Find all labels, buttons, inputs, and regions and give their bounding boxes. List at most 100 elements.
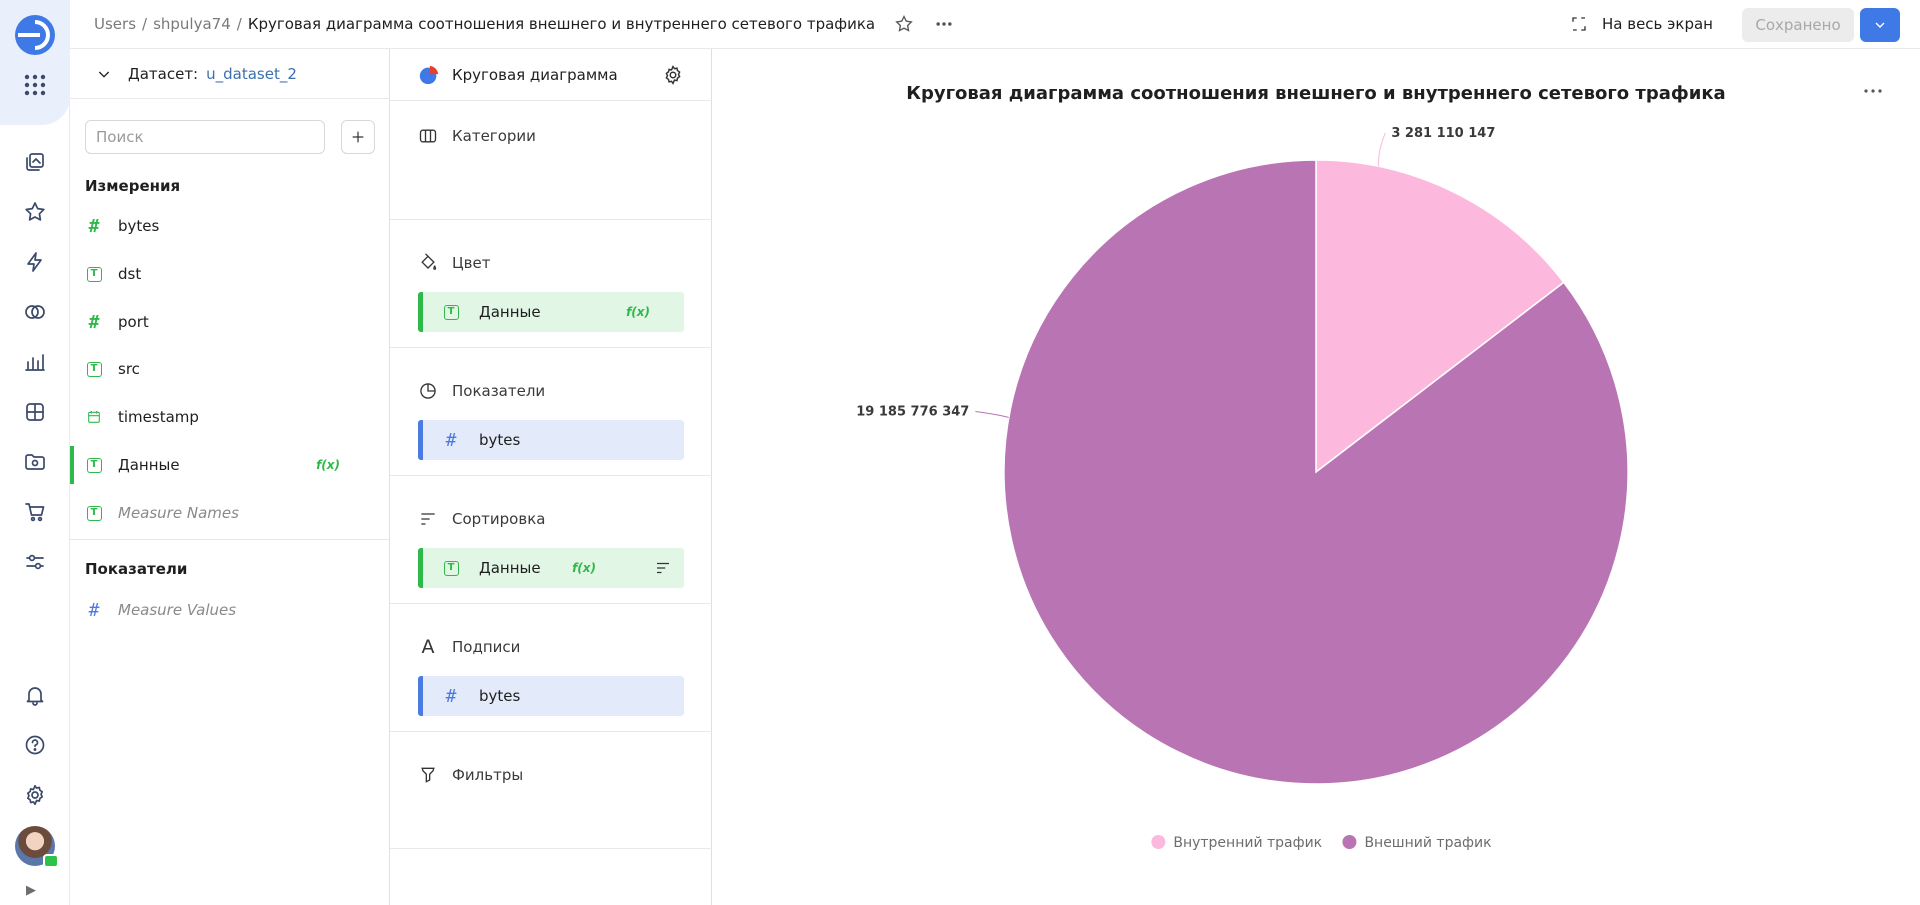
favorites-star-icon[interactable] xyxy=(20,197,50,227)
apps-grid-icon[interactable] xyxy=(22,72,48,98)
folder-icon[interactable] xyxy=(20,447,50,477)
field-search-input[interactable] xyxy=(85,120,325,154)
datasets-icon[interactable] xyxy=(20,297,50,327)
formula-icon: f(x) xyxy=(316,458,340,472)
gear-icon[interactable] xyxy=(662,64,684,86)
collections-icon[interactable] xyxy=(20,147,50,177)
text-field-icon: T xyxy=(84,359,104,379)
top-header: Users / shpulya74 / Круговая диаграмма с… xyxy=(70,0,1920,49)
datalens-logo-icon[interactable] xyxy=(14,14,56,56)
field-item-measure-names[interactable]: T Measure Names xyxy=(70,494,390,532)
legend-item[interactable]: Внешний трафик xyxy=(1342,835,1492,851)
field-item-timestamp[interactable]: timestamp xyxy=(70,398,390,436)
field-item-port[interactable]: # port xyxy=(70,303,390,341)
more-actions-icon[interactable] xyxy=(933,13,955,35)
notifications-bell-icon[interactable] xyxy=(20,680,50,710)
field-label: port xyxy=(118,313,149,331)
nav-rail: ▶ xyxy=(0,0,70,905)
add-field-button[interactable] xyxy=(341,120,375,154)
section-divider xyxy=(70,539,390,540)
section-filters: Фильтры xyxy=(390,732,712,849)
color-field-chip[interactable]: T Данные f(x) xyxy=(418,292,684,332)
number-field-icon: # xyxy=(88,311,100,333)
section-header: Сортировка xyxy=(418,499,545,539)
field-label: bytes xyxy=(118,217,160,235)
text-field-icon: T xyxy=(84,264,104,284)
section-header: Показатели xyxy=(418,371,545,411)
legend-label: Внутренний трафик xyxy=(1173,835,1322,851)
section-title: Сортировка xyxy=(452,510,546,528)
legend-swatch xyxy=(1342,835,1357,849)
chip-label: Данные xyxy=(479,303,541,321)
text-field-icon: T xyxy=(84,503,104,523)
charts-icon[interactable] xyxy=(20,347,50,377)
field-item-dannye[interactable]: T Данные f(x) xyxy=(70,446,390,484)
connections-bolt-icon[interactable] xyxy=(20,247,50,277)
number-field-icon: # xyxy=(445,429,457,451)
breadcrumb-separator: / xyxy=(142,15,148,33)
section-title: Фильтры xyxy=(452,766,524,784)
field-label: Данные xyxy=(118,456,180,474)
dataset-name[interactable]: u_dataset_2 xyxy=(206,65,297,83)
field-item-bytes[interactable]: # bytes xyxy=(70,207,390,245)
field-label: src xyxy=(118,360,140,378)
data-label-connector xyxy=(975,411,1009,418)
legend-label: Внешний трафик xyxy=(1364,835,1491,851)
sort-field-chip[interactable]: T Данные f(x) xyxy=(418,548,684,588)
visualization-type-selector[interactable]: Круговая диаграмма xyxy=(390,49,712,101)
fullscreen-label: На весь экран xyxy=(1602,15,1713,33)
sort-direction-icon[interactable] xyxy=(654,559,672,577)
paint-bucket-icon xyxy=(421,253,437,270)
help-icon[interactable] xyxy=(20,730,50,760)
chip-label: bytes xyxy=(479,687,521,705)
breadcrumb-user-folder[interactable]: shpulya74 xyxy=(153,15,231,33)
text-field-icon: T xyxy=(84,455,104,475)
dataset-selector[interactable]: Датасет: u_dataset_2 xyxy=(70,49,390,99)
chart-area: Круговая диаграмма соотношения внешнего … xyxy=(712,49,1920,905)
section-header: Цвет xyxy=(418,243,490,283)
section-header: Категории xyxy=(418,116,536,156)
text-label-icon: A xyxy=(421,636,435,658)
field-item-measure-values[interactable]: # Measure Values xyxy=(70,591,390,629)
number-field-icon: # xyxy=(88,215,100,237)
field-item-dst[interactable]: T dst xyxy=(70,255,390,293)
section-labels: A Подписи # bytes xyxy=(390,604,712,732)
legend-item[interactable]: Внутренний трафик xyxy=(1151,835,1322,851)
field-label: Measure Values xyxy=(118,601,237,619)
label-field-chip[interactable]: # bytes xyxy=(418,676,684,716)
dashboards-icon[interactable] xyxy=(20,397,50,427)
settings-sliders-icon[interactable] xyxy=(20,547,50,577)
saved-button[interactable]: Сохранено xyxy=(1742,8,1854,42)
gear-icon[interactable] xyxy=(20,780,50,810)
marketplace-cart-icon[interactable] xyxy=(20,497,50,527)
pie-chart-icon xyxy=(419,65,439,84)
chart-name: Круговая диаграмма соотношения внешнего … xyxy=(247,15,876,33)
chip-label: Данные xyxy=(479,559,541,577)
columns-icon xyxy=(419,129,437,143)
section-title: Показатели xyxy=(452,382,546,400)
fullscreen-icon xyxy=(1572,17,1586,31)
save-options-button[interactable] xyxy=(1860,8,1900,42)
measure-field-chip[interactable]: # bytes xyxy=(418,420,684,460)
field-label: timestamp xyxy=(118,408,199,426)
number-field-icon: # xyxy=(445,685,457,707)
field-label: Measure Names xyxy=(118,504,239,522)
section-header: A Подписи xyxy=(418,627,521,667)
dataset-panel: Датасет: u_dataset_2 Измерения # bytes T… xyxy=(70,49,390,905)
avatar-badge xyxy=(43,854,59,868)
field-item-src[interactable]: T src xyxy=(70,350,390,388)
fullscreen-button[interactable]: На весь экран xyxy=(1570,8,1713,40)
expand-rail-icon[interactable]: ▶ xyxy=(26,883,44,899)
filter-funnel-icon xyxy=(421,767,435,783)
favorite-star-icon[interactable] xyxy=(893,13,915,35)
user-avatar[interactable] xyxy=(15,826,59,868)
section-title: Категории xyxy=(452,127,536,145)
dataset-label: Датасет: xyxy=(128,64,199,83)
data-label: 3 281 110 147 xyxy=(1391,126,1495,141)
chip-label: bytes xyxy=(479,431,521,449)
plus-icon xyxy=(352,131,364,143)
section-categories: Категории xyxy=(390,116,712,220)
measures-title: Показатели xyxy=(85,560,188,578)
section-title: Подписи xyxy=(452,638,521,656)
breadcrumb-users[interactable]: Users xyxy=(94,15,136,33)
